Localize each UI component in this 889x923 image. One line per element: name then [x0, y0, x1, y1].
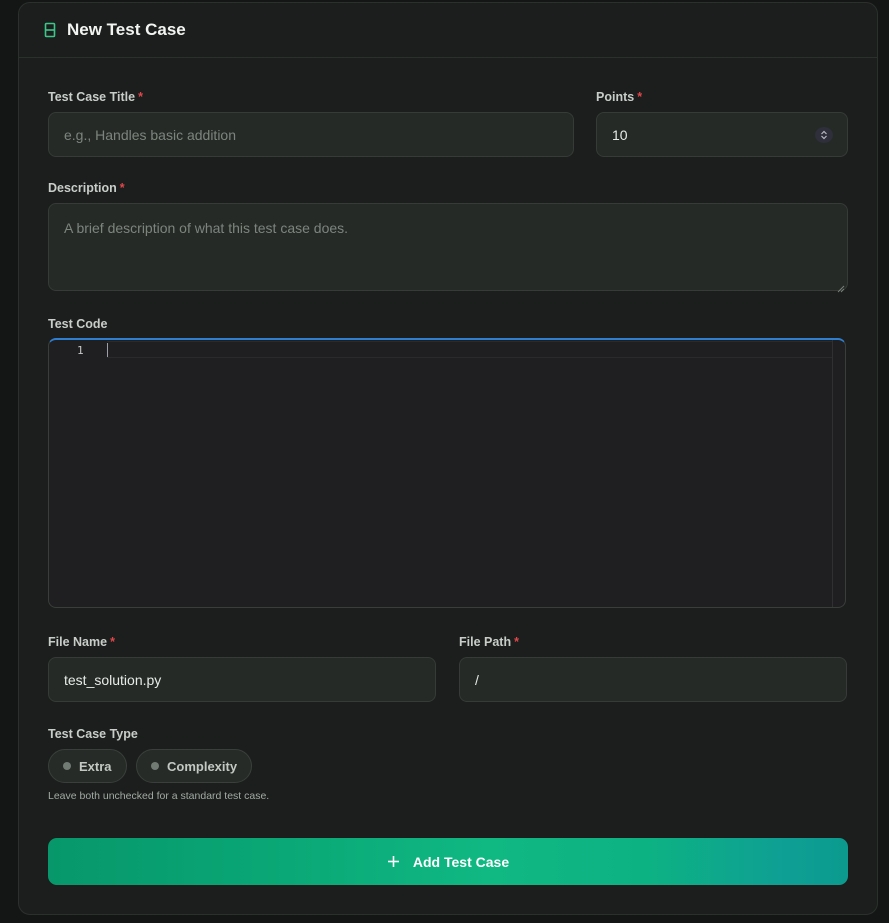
points-label-text: Points: [596, 90, 635, 104]
add-test-case-button[interactable]: Add Test Case: [48, 838, 848, 885]
required-marker: *: [514, 635, 519, 649]
points-label: Points *: [596, 90, 642, 104]
file-name-label-text: File Name: [48, 635, 108, 649]
title-label: Test Case Title *: [48, 90, 143, 104]
type-option-complexity[interactable]: Complexity: [136, 749, 253, 783]
points-value: 10: [612, 126, 628, 143]
current-line-highlight: [107, 341, 833, 358]
line-number: 1: [77, 344, 84, 357]
required-marker: *: [637, 90, 643, 104]
code-editor[interactable]: 1: [48, 338, 846, 608]
type-label: Test Case Type: [48, 727, 138, 741]
file-path-input[interactable]: /: [459, 657, 847, 702]
radio-dot-icon: [63, 762, 71, 770]
file-path-label: File Path *: [459, 635, 519, 649]
description-textarea[interactable]: A brief description of what this test ca…: [48, 203, 848, 293]
text-cursor: [107, 343, 108, 357]
description-label: Description *: [48, 181, 125, 195]
radio-dot-icon: [151, 762, 159, 770]
plus-icon: [387, 855, 400, 868]
required-marker: *: [119, 181, 125, 195]
file-path-value: /: [475, 671, 479, 688]
description-label-text: Description: [48, 181, 117, 195]
page-title: New Test Case: [67, 20, 186, 39]
title-placeholder: e.g., Handles basic addition: [64, 126, 236, 143]
file-name-input[interactable]: test_solution.py: [48, 657, 436, 702]
file-name-value: test_solution.py: [64, 671, 162, 688]
required-marker: *: [110, 635, 115, 649]
file-name-label: File Name *: [48, 635, 115, 649]
points-input[interactable]: 10: [596, 112, 848, 157]
file-path-label-text: File Path: [459, 635, 512, 649]
add-test-case-label: Add Test Case: [412, 853, 510, 870]
required-marker: *: [138, 90, 143, 104]
type-option-label: Complexity: [167, 758, 238, 774]
editor-scrollbar[interactable]: [832, 340, 833, 607]
code-label-text: Test Code: [48, 317, 108, 331]
description-placeholder: A brief description of what this test ca…: [64, 220, 349, 236]
number-stepper-icon[interactable]: [815, 127, 833, 143]
type-option-extra[interactable]: Extra: [48, 749, 127, 783]
test-tube-icon: [44, 22, 56, 38]
resize-handle-icon[interactable]: [837, 280, 845, 293]
type-hint: Leave both unchecked for a standard test…: [48, 790, 270, 802]
title-input[interactable]: e.g., Handles basic addition: [48, 112, 574, 157]
type-option-label: Extra: [79, 758, 112, 774]
card-header: New Test Case: [19, 3, 877, 58]
title-label-text: Test Case Title: [48, 90, 136, 104]
code-label: Test Code: [48, 317, 108, 331]
type-label-text: Test Case Type: [48, 727, 138, 741]
